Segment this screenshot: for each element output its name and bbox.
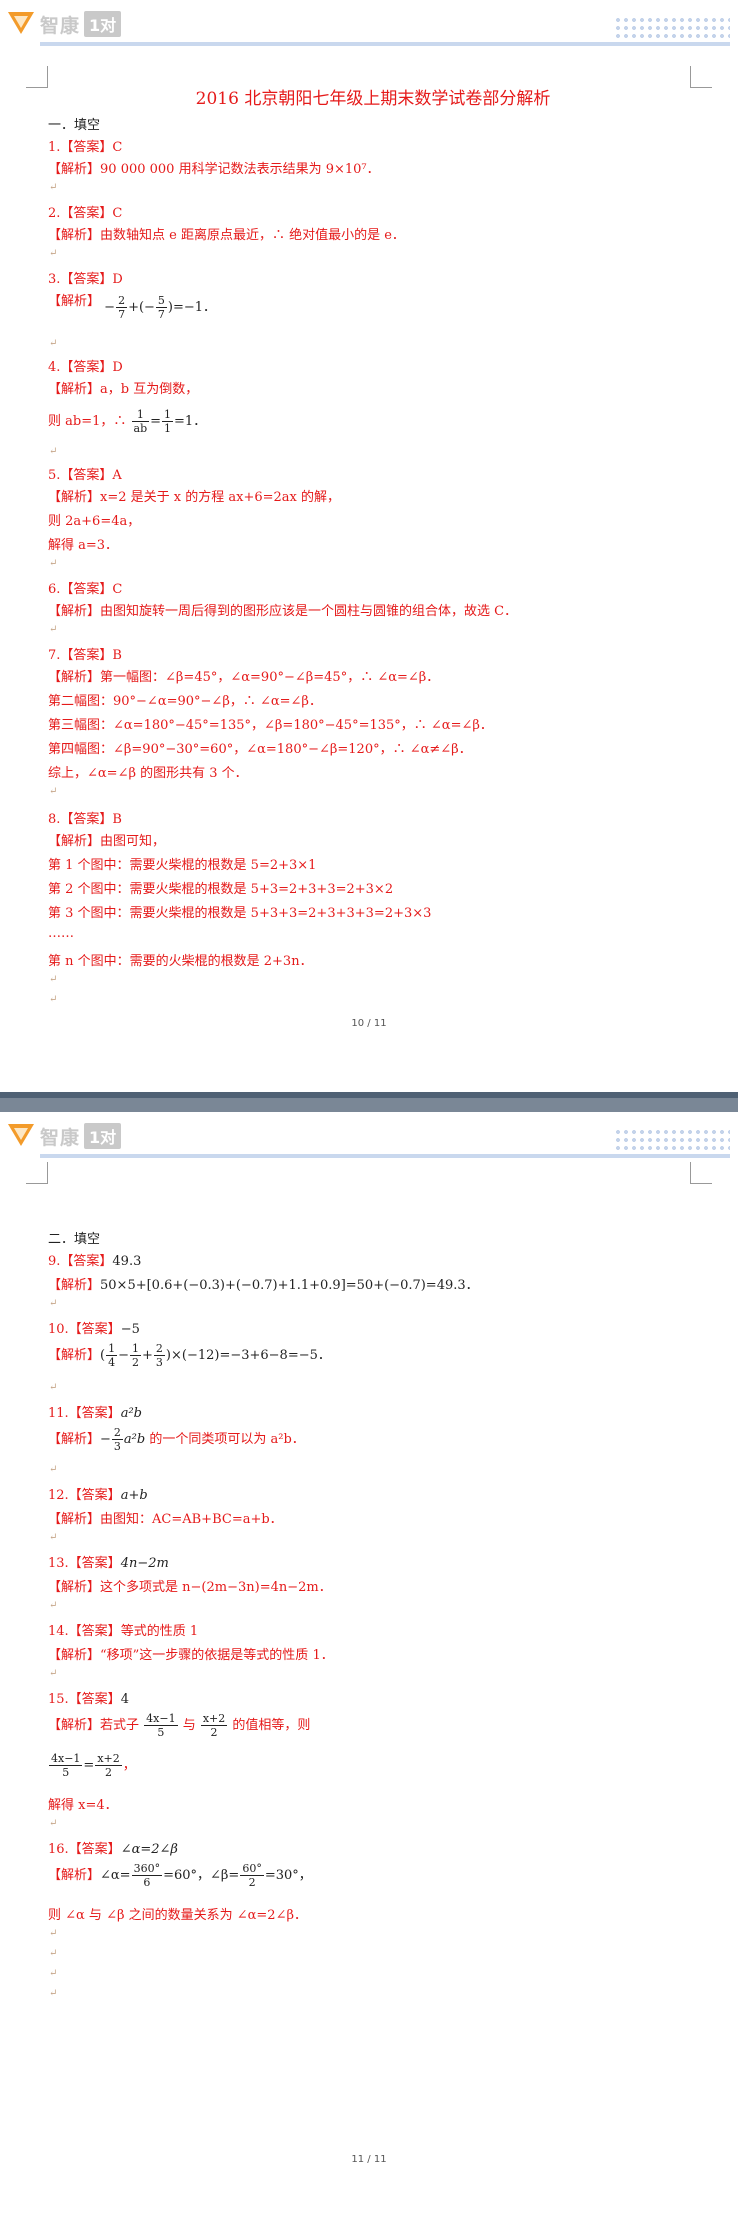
para-mark: ↵ [49, 338, 58, 349]
page-number: 11 / 11 [351, 2154, 387, 2165]
explanation-5: 【解析】x=2 是关于 x 的方程 ax+6=2ax 的解， [48, 490, 340, 505]
explanation-16: 【解析】∠α= 360° 6 =60°，∠β= 60° 2 =30°， [48, 1862, 312, 1889]
explanation-8-line4: 第 3 个图中：需要火柴棍的根数是 5+3+3=2+3+3+3=2+3×3 [48, 906, 432, 921]
answer-7: 7.【答案】B [48, 648, 122, 663]
corner-mark [26, 1162, 48, 1184]
explanation-2: 【解析】由数轴知点 e 距离原点最近，∴ 绝对值最小的是 e． [48, 228, 405, 243]
para-mark: ↵ [49, 1948, 58, 1959]
para-mark: ↵ [49, 1600, 58, 1611]
answer-6: 6.【答案】C [48, 582, 123, 597]
explanation-10: 【解析】(1 4−1 2 +2 3)×(−12)=−3+6−8=−5． [48, 1342, 331, 1369]
explanation-6: 【解析】由图知旋转一周后得到的图形应该是一个圆柱与圆锥的组合体，故选 C． [48, 604, 518, 619]
explanation-7-line3: 第三幅图：∠α=180°−45°=135°，∠β=180°−45°=135°，∴… [48, 718, 493, 733]
para-mark: ↵ [49, 1668, 58, 1679]
para-mark: ↵ [49, 1968, 58, 1979]
explanation-8-line2: 第 1 个图中：需要火柴棍的根数是 5=2+3×1 [48, 858, 317, 873]
section-heading: 一．填空 [48, 118, 101, 133]
para-mark: ↵ [49, 446, 58, 457]
para-mark: ↵ [49, 248, 58, 259]
explanation-4: 【解析】a，b 互为倒数， [48, 382, 199, 397]
explanation-5-line3: 解得 a=3． [48, 538, 119, 553]
para-mark: ↵ [49, 1818, 58, 1829]
para-mark: ↵ [49, 1298, 58, 1309]
answer-1: 1.【答案】C [48, 140, 123, 155]
explanation-11: 【解析】− 2 3 a²b 的一个同类项可以为 a²b． [48, 1426, 305, 1453]
answer-5: 5.【答案】A [48, 468, 122, 483]
explanation-16-line2: 则 ∠α 与 ∠β 之间的数量关系为 ∠α=2∠β． [48, 1908, 307, 1923]
para-mark: ↵ [49, 1464, 58, 1475]
explanation-15-line3: 解得 x=4． [48, 1798, 118, 1813]
explanation-14: 【解析】“移项”这一步骤的依据是等式的性质 1． [48, 1648, 334, 1663]
explanation-7-line4: 第四幅图：∠β=90°−30°=60°，∠α=180°−∠β=120°，∴ ∠α… [48, 742, 472, 757]
para-mark: ↵ [49, 558, 58, 569]
para-mark: ↵ [49, 994, 58, 1005]
explanation-4-line2: 则 ab=1，∴ 1 ab = 1 1 =1． [48, 408, 207, 435]
explanation-13: 【解析】这个多项式是 n−(2m−3n)=4n−2m． [48, 1580, 332, 1595]
explanation-8-line5: …… [48, 926, 74, 941]
answer-14: 14.【答案】等式的性质 1 [48, 1624, 199, 1639]
explanation-12: 【解析】由图知：AC=AB+BC=a+b． [48, 1512, 283, 1527]
corner-mark [26, 66, 48, 88]
answer-9: 9.【答案】49.3 [48, 1254, 142, 1269]
logo-triangle-icon [8, 1124, 34, 1148]
para-mark: ↵ [49, 974, 58, 985]
para-mark: ↵ [49, 1382, 58, 1393]
para-mark: ↵ [49, 624, 58, 635]
explanation-7: 【解析】第一幅图：∠β=45°，∠α=90°−∠β=45°，∴ ∠α=∠β． [48, 670, 440, 685]
explanation-15: 【解析】若式子 4x−1 5 与 x+2 2 的值相等，则 [48, 1712, 311, 1739]
page-body: 2016 北京朝阳七年级上期末数学试卷部分解析 一．填空 1.【答案】C 【解析… [48, 0, 698, 1092]
explanation-5-line2: 则 2a+6=4a， [48, 514, 141, 529]
para-mark: ↵ [49, 1928, 58, 1939]
para-mark: ↵ [49, 786, 58, 797]
section-heading: 二．填空 [48, 1232, 101, 1247]
explanation-8: 【解析】由图可知， [48, 834, 166, 849]
answer-12: 12.【答案】a+b [48, 1488, 148, 1503]
page-11: 智康 1对 二．填空 9.【答案】49.3 【解析】50×5+[0.6+(−0.… [0, 1112, 738, 2228]
page-body: 二．填空 9.【答案】49.3 【解析】50×5+[0.6+(−0.3)+(−0… [48, 1112, 698, 2228]
answer-3: 3.【答案】D [48, 272, 123, 287]
explanation-9: 【解析】50×5+[0.6+(−0.3)+(−0.7)+1.1+0.9]=50+… [48, 1278, 479, 1293]
explanation-3: 【解析】 −2 7 +(− 5 7)=−1． [48, 294, 217, 321]
page-10: 智康 1对 2016 北京朝阳七年级上期末数学试卷部分解析 一．填空 1.【答案… [0, 0, 738, 1092]
page-separator [0, 1092, 738, 1112]
answer-4: 4.【答案】D [48, 360, 123, 375]
document-title: 2016 北京朝阳七年级上期末数学试卷部分解析 [195, 89, 551, 109]
answer-16: 16.【答案】∠α=2∠β [48, 1842, 178, 1857]
logo-triangle-icon [8, 12, 34, 36]
explanation-8-line6: 第 n 个图中：需要的火柴棍的根数是 2+3n． [48, 954, 313, 969]
explanation-1: 【解析】90 000 000 用科学记数法表示结果为 9×10⁷． [48, 162, 380, 177]
answer-13: 13.【答案】4n−2m [48, 1556, 169, 1571]
page-number: 10 / 11 [351, 1018, 387, 1029]
answer-2: 2.【答案】C [48, 206, 123, 221]
para-mark: ↵ [49, 1988, 58, 1999]
answer-11: 11.【答案】a²b [48, 1406, 142, 1421]
explanation-7-line2: 第二幅图：90°−∠α=90°−∠β，∴ ∠α=∠β． [48, 694, 322, 709]
para-mark: ↵ [49, 182, 58, 193]
explanation-15-line2: 4x−1 5 = x+2 2， [49, 1752, 136, 1779]
explanation-8-line3: 第 2 个图中：需要火柴棍的根数是 5+3=2+3+3=2+3×2 [48, 882, 394, 897]
para-mark: ↵ [49, 1532, 58, 1543]
explanation-7-line5: 综上，∠α=∠β 的图形共有 3 个． [48, 766, 248, 781]
answer-15: 15.【答案】4 [48, 1692, 129, 1707]
answer-8: 8.【答案】B [48, 812, 122, 827]
answer-10: 10.【答案】−5 [48, 1322, 140, 1337]
